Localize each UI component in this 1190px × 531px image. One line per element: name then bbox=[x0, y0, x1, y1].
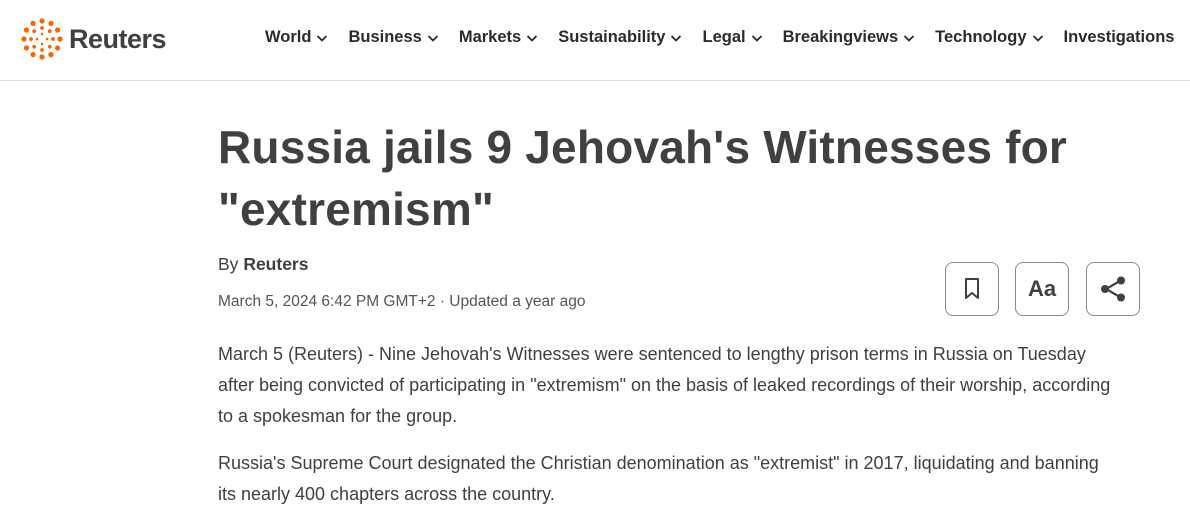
text-size-button[interactable]: Aa bbox=[1015, 262, 1069, 316]
chevron-down-icon bbox=[1032, 34, 1043, 42]
chevron-down-icon bbox=[317, 34, 328, 42]
bookmark-button[interactable] bbox=[945, 262, 999, 316]
byline-prefix: By bbox=[218, 254, 239, 274]
nav-item-label: Sustainability bbox=[558, 28, 666, 46]
nav-item-investigations[interactable]: Investigations bbox=[1064, 28, 1175, 47]
nav-item-sustainability[interactable]: Sustainability bbox=[558, 28, 682, 47]
byline: By Reuters bbox=[218, 254, 308, 275]
nav-item-label: Investigations bbox=[1063, 28, 1175, 46]
nav-item-legal[interactable]: Legal bbox=[702, 28, 762, 47]
chevron-down-icon bbox=[527, 34, 538, 42]
bookmark-icon bbox=[965, 278, 979, 299]
article-title: Russia jails 9 Jehovah's Witnesses for "… bbox=[218, 121, 1068, 235]
share-icon bbox=[1101, 276, 1125, 302]
nav-item-breakingviews[interactable]: Breakingviews bbox=[783, 28, 916, 47]
nav-item-label: Legal bbox=[702, 28, 746, 46]
chevron-down-icon bbox=[904, 34, 915, 42]
site-header: Reuters World Business Markets Sustainab… bbox=[0, 0, 1190, 81]
share-button[interactable] bbox=[1086, 262, 1140, 316]
article-paragraph: March 5 (Reuters) - Nine Jehovah's Witne… bbox=[218, 344, 1111, 426]
main-nav: World Business Markets Sustainability Le… bbox=[265, 28, 1174, 47]
chevron-down-icon bbox=[671, 34, 682, 42]
chevron-down-icon bbox=[427, 34, 438, 42]
text-size-label: Aa bbox=[1027, 276, 1057, 301]
nav-item-world[interactable]: World bbox=[265, 28, 328, 47]
nav-item-markets[interactable]: Markets bbox=[459, 28, 538, 47]
nav-item-label: Business bbox=[348, 28, 422, 46]
article-dateline: March 5, 2024 6:42 PM GMT+2 · Updated a … bbox=[218, 293, 586, 310]
nav-item-technology[interactable]: Technology bbox=[935, 28, 1043, 47]
chevron-down-icon bbox=[751, 34, 762, 42]
byline-author-link[interactable]: Reuters bbox=[243, 254, 308, 274]
brand-name: Reuters bbox=[69, 23, 167, 54]
reuters-dot-ring-logo-icon bbox=[21, 18, 63, 60]
article-paragraph: Russia's Supreme Court designated the Ch… bbox=[218, 453, 1099, 504]
nav-item-label: Technology bbox=[935, 28, 1027, 46]
nav-item-business[interactable]: Business bbox=[348, 28, 438, 47]
nav-item-label: Breakingviews bbox=[782, 28, 899, 46]
nav-item-label: Markets bbox=[458, 28, 522, 46]
nav-item-label: World bbox=[265, 28, 312, 46]
reuters-logo[interactable]: Reuters bbox=[21, 18, 167, 60]
